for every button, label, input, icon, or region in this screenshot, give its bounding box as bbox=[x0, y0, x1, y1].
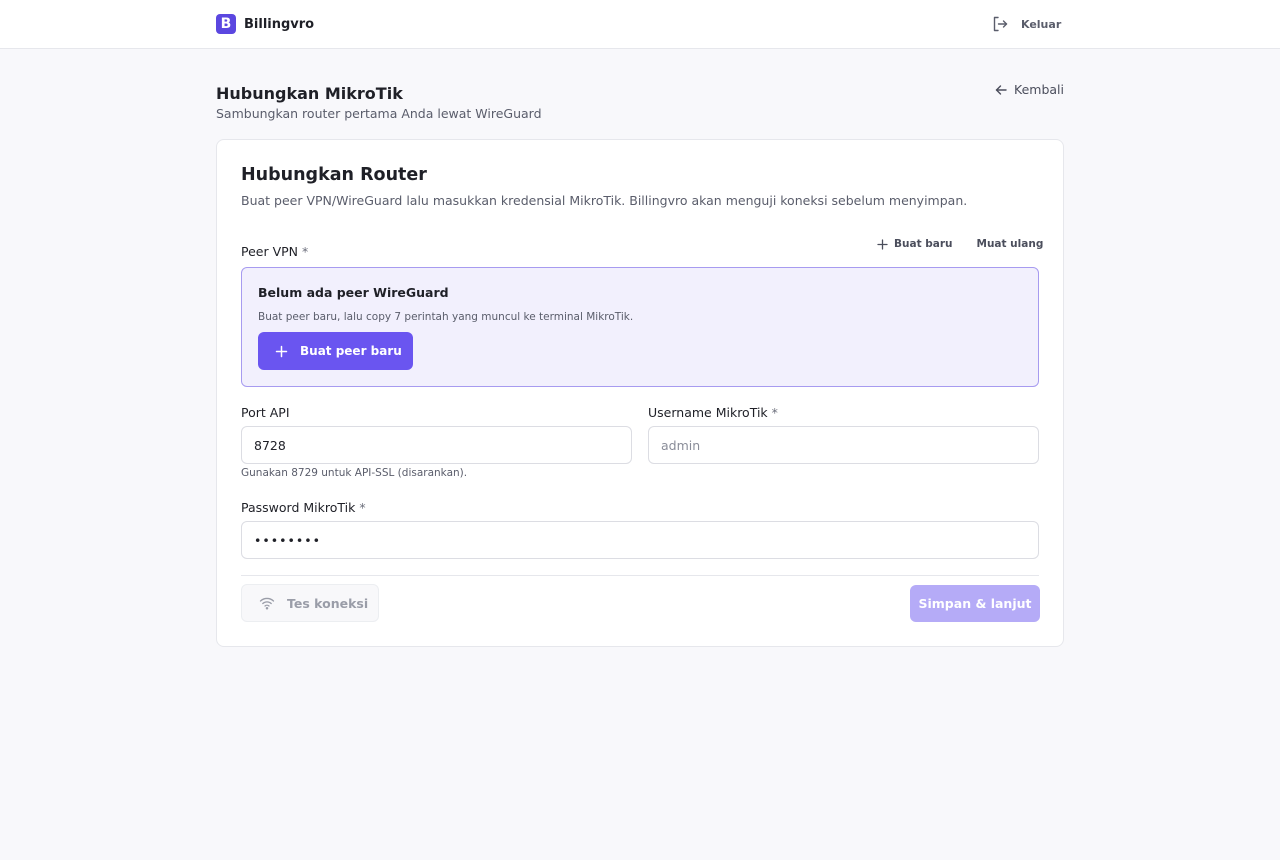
brand[interactable]: B Billingvro bbox=[216, 14, 314, 34]
password-label: Password MikroTik * bbox=[241, 500, 366, 515]
username-label: Username MikroTik * bbox=[648, 405, 778, 420]
peer-vpn-label: Peer VPN * bbox=[241, 244, 308, 259]
required-mark: * bbox=[359, 500, 366, 515]
username-input[interactable] bbox=[648, 426, 1039, 464]
reload-label: Muat ulang bbox=[976, 238, 1044, 250]
new-peer-link[interactable]: Buat baru bbox=[877, 238, 953, 250]
reload-peers-link[interactable]: Muat ulang bbox=[977, 238, 1044, 250]
brand-name: Billingvro bbox=[244, 16, 315, 32]
logout-label: Keluar bbox=[1021, 17, 1062, 31]
password-input[interactable] bbox=[241, 521, 1039, 559]
create-peer-button[interactable]: Buat peer baru bbox=[258, 332, 413, 370]
required-mark: * bbox=[302, 244, 309, 259]
logout-icon bbox=[991, 15, 1009, 33]
back-link[interactable]: Kembali bbox=[994, 82, 1064, 97]
password-label-text: Password MikroTik bbox=[241, 500, 356, 515]
plus-icon bbox=[877, 238, 888, 250]
username-label-text: Username MikroTik bbox=[648, 405, 768, 420]
empty-peer-box: Belum ada peer WireGuard Buat peer baru,… bbox=[241, 267, 1039, 387]
peer-vpn-label-text: Peer VPN bbox=[241, 244, 299, 259]
required-mark: * bbox=[771, 405, 778, 420]
port-api-hint: Gunakan 8729 untuk API-SSL (disarankan). bbox=[241, 467, 468, 479]
peer-actions: Buat baru Muat ulang bbox=[877, 238, 1043, 250]
save-continue-label: Simpan & lanjut bbox=[918, 596, 1032, 611]
card-description: Buat peer VPN/WireGuard lalu masukkan kr… bbox=[241, 193, 968, 208]
wifi-icon bbox=[259, 596, 275, 610]
page-subtitle: Sambungkan router pertama Anda lewat Wir… bbox=[216, 106, 542, 121]
create-peer-label: Buat peer baru bbox=[300, 344, 402, 358]
test-connection-button[interactable]: Tes koneksi bbox=[241, 584, 379, 622]
port-api-input[interactable] bbox=[241, 426, 632, 464]
new-peer-label: Buat baru bbox=[894, 238, 953, 250]
arrow-left-icon bbox=[994, 83, 1008, 97]
brand-logo: B bbox=[216, 14, 236, 34]
empty-peer-title: Belum ada peer WireGuard bbox=[258, 285, 449, 300]
card-title: Hubungkan Router bbox=[241, 165, 427, 185]
port-api-label: Port API bbox=[241, 405, 290, 420]
back-label: Kembali bbox=[1014, 82, 1064, 97]
plus-icon bbox=[275, 345, 288, 358]
save-continue-button[interactable]: Simpan & lanjut bbox=[910, 585, 1040, 622]
test-connection-label: Tes koneksi bbox=[287, 595, 369, 611]
connect-router-card: Hubungkan Router Buat peer VPN/WireGuard… bbox=[216, 139, 1064, 647]
top-bar: B Billingvro Keluar bbox=[0, 0, 1280, 49]
footer-divider bbox=[241, 575, 1039, 576]
page-title: Hubungkan MikroTik bbox=[216, 84, 403, 103]
logout-button[interactable]: Keluar bbox=[991, 15, 1061, 33]
empty-peer-description: Buat peer baru, lalu copy 7 perintah yan… bbox=[258, 311, 634, 323]
